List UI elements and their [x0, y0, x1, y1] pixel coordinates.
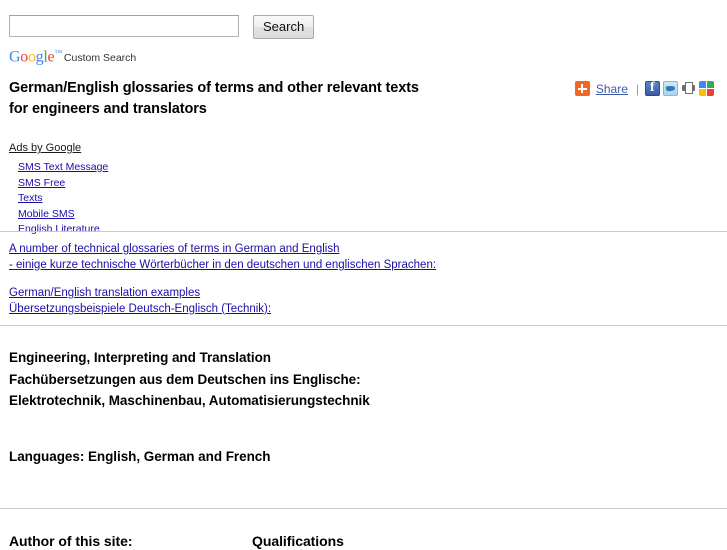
list-item: SMS Free [18, 175, 108, 191]
ad-link-mobile-sms[interactable]: Mobile SMS [18, 208, 75, 222]
ad-link-sms-free[interactable]: SMS Free [18, 177, 65, 191]
share-widget: Share | [574, 80, 714, 96]
ad-link-texts[interactable]: Texts [18, 192, 43, 206]
services-line-3: Elektrotechnik, Maschinenbau, Automatisi… [9, 393, 370, 408]
ads-by-google-block: Ads by Google SMS Text Message SMS Free … [9, 138, 108, 237]
google-share-icon[interactable] [699, 81, 714, 96]
link-translation-examples-en[interactable]: German/English translation examples [9, 285, 200, 301]
ads-list: SMS Text Message SMS Free Texts Mobile S… [9, 159, 108, 237]
services-line-1: Engineering, Interpreting and Translatio… [9, 350, 271, 365]
addthis-plus-icon[interactable] [574, 81, 590, 96]
google-share-quadrant-red [707, 89, 714, 96]
search-button[interactable]: Search [253, 15, 315, 39]
translation-examples-link-group: German/English translation examples Über… [9, 285, 271, 317]
page-title: German/English glossaries of terms and o… [9, 78, 479, 120]
list-item: Texts [18, 190, 108, 206]
trademark-symbol: ™ [54, 48, 62, 57]
share-separator: | [635, 81, 639, 96]
divider-middle [0, 325, 727, 326]
google-logo-letter-o2: o [27, 48, 36, 66]
author-heading: Author of this site: [9, 533, 133, 549]
google-share-quadrant-green [707, 81, 714, 88]
link-technical-glossaries-de[interactable]: - einige kurze technische Wörterbücher i… [9, 257, 436, 273]
google-custom-search-branding: Google™ Custom Search [9, 45, 136, 65]
ad-link-english-literature[interactable]: English Literature [18, 223, 100, 237]
list-item: Mobile SMS [18, 206, 108, 222]
qualifications-column: Qualifications [252, 532, 727, 550]
divider-top [0, 231, 727, 232]
google-logo-letter-o1: o [20, 48, 28, 66]
languages-line: Languages: English, German and French [9, 449, 271, 464]
google-share-quadrant-blue [699, 81, 706, 88]
services-line-2: Fachübersetzungen aus dem Deutschen ins … [9, 371, 361, 387]
services-heading: Engineering, Interpreting and Translatio… [9, 347, 370, 412]
bottom-section: Author of this site: Qualifications [0, 532, 727, 550]
google-logo-letter-g1: G [9, 48, 21, 66]
page-title-line-2: for engineers and translators [9, 101, 207, 117]
glossaries-link-group: A number of technical glossaries of term… [9, 241, 436, 273]
list-item: English Literature [18, 221, 108, 237]
share-link[interactable]: Share [596, 82, 628, 96]
author-column: Author of this site: [0, 532, 252, 550]
google-logo: Google™ [9, 45, 62, 65]
custom-search-label: Custom Search [63, 52, 137, 65]
facebook-icon[interactable] [645, 80, 660, 96]
twitter-icon[interactable] [663, 81, 678, 96]
search-input[interactable] [9, 15, 239, 37]
google-share-quadrant-yellow [699, 89, 706, 96]
ads-by-google-label[interactable]: Ads by Google [9, 141, 81, 155]
list-item: SMS Text Message [18, 159, 108, 175]
qualifications-heading: Qualifications [252, 533, 344, 549]
ad-link-sms-text-message[interactable]: SMS Text Message [18, 161, 108, 175]
link-translation-examples-de[interactable]: Übersetzungsbeispiele Deutsch-Englisch (… [9, 301, 271, 317]
page-title-line-1: German/English glossaries of terms and o… [9, 80, 419, 96]
search-form: Search [9, 15, 315, 39]
link-technical-glossaries-en[interactable]: A number of technical glossaries of term… [9, 241, 339, 257]
divider-bottom [0, 508, 727, 509]
print-icon[interactable] [681, 81, 696, 96]
